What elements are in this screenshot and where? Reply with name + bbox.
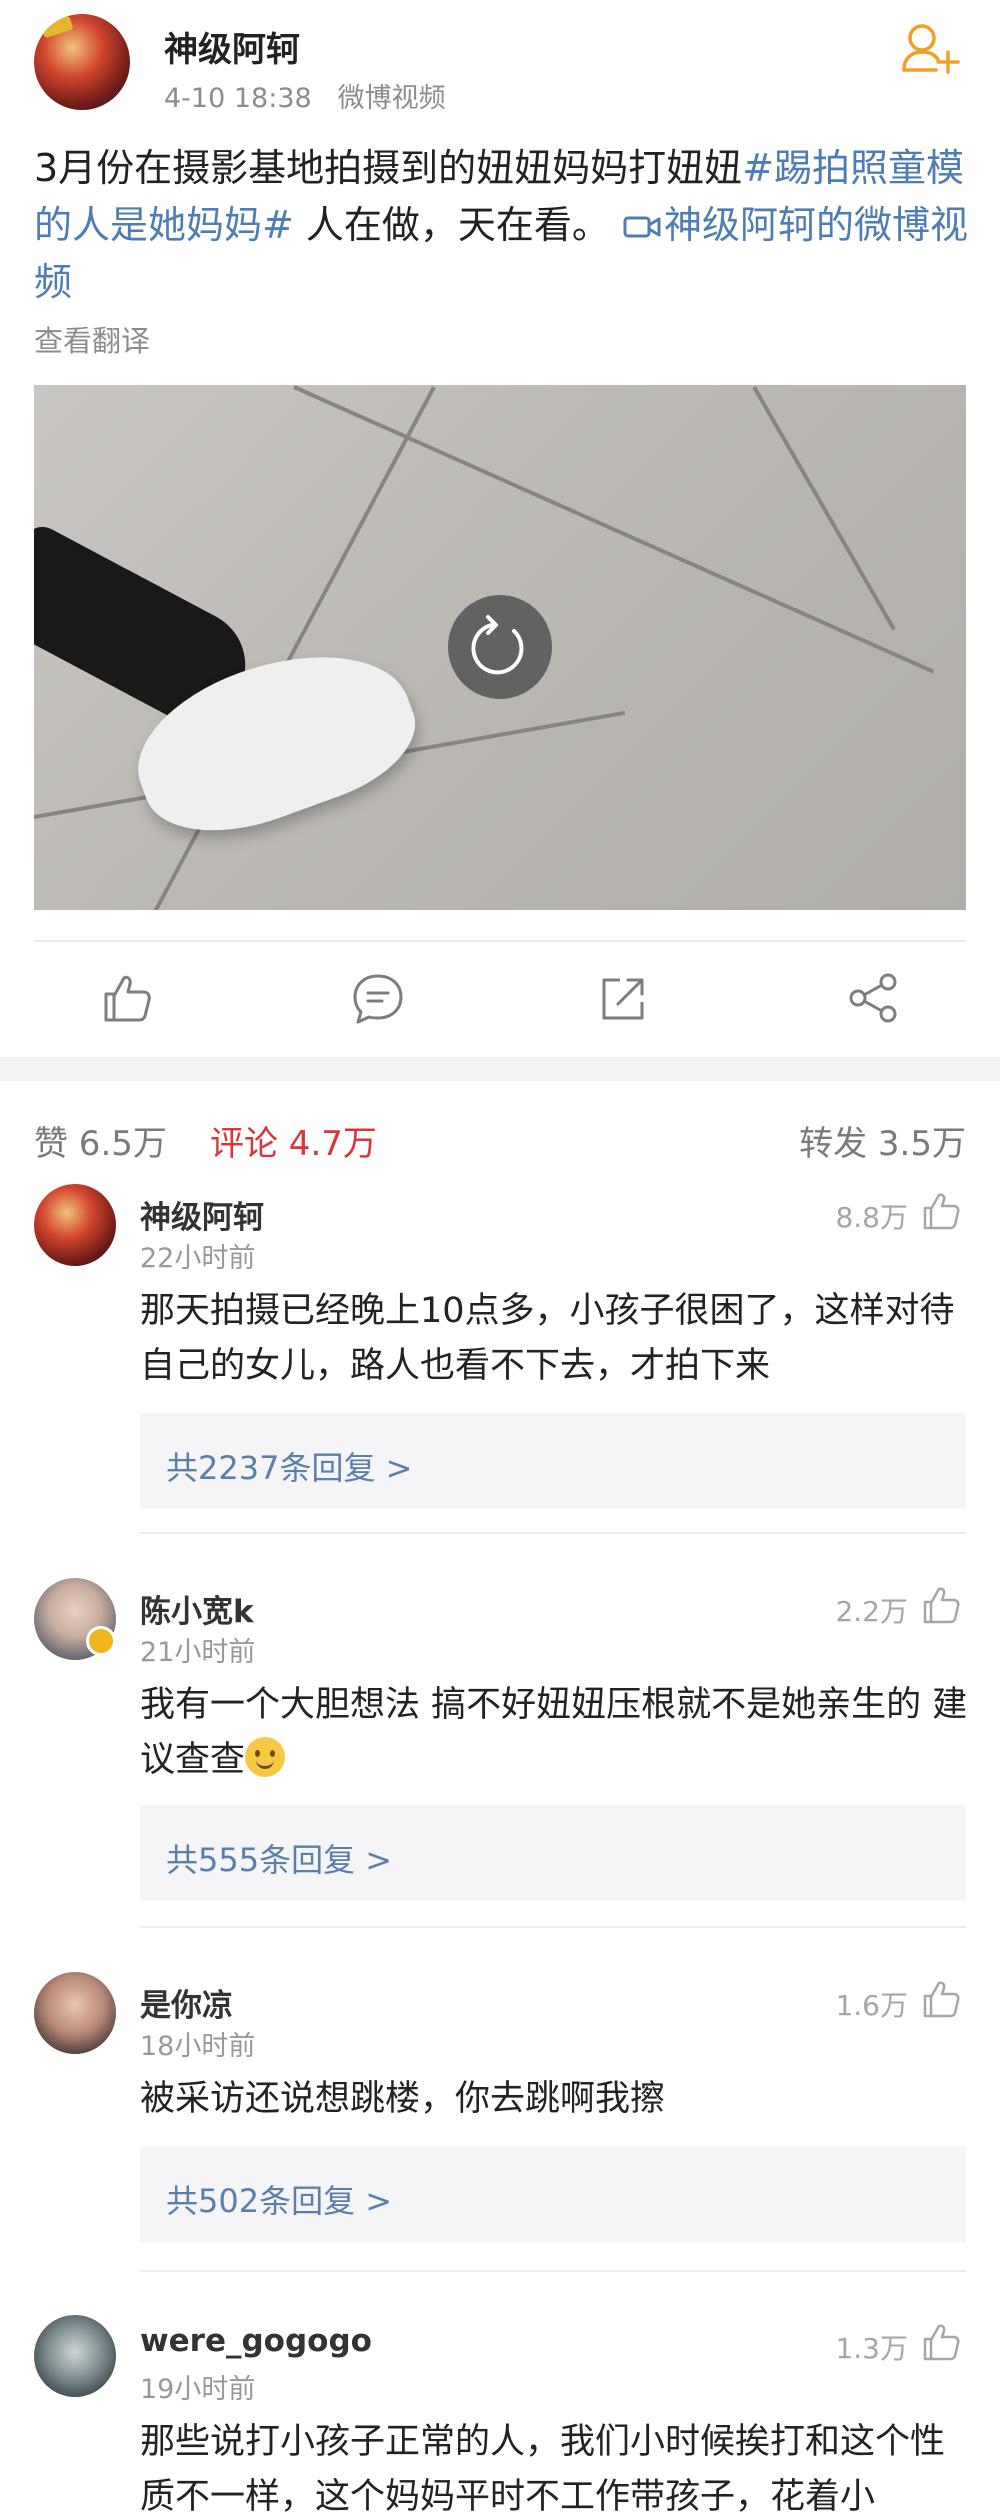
stats-bar: 赞 6.5万 评论 4.7万 转发 3.5万: [0, 1110, 1000, 1170]
thumbs-up-icon[interactable]: [98, 970, 154, 1026]
thumbs-up-icon[interactable]: [920, 2321, 962, 2363]
action-bar: [0, 942, 1000, 1057]
post-header: 神级阿轲 4-10 18:38 微博视频: [0, 0, 1000, 140]
comment-time: 19小时前: [140, 2374, 256, 2405]
post-text: 3月份在摄影基地拍摄到的妞妞妈妈打妞妞#踢拍照童模的人是她妈妈# 人在做，天在看…: [34, 140, 974, 311]
verified-badge-icon: [86, 1626, 116, 1656]
likes-tab[interactable]: 赞 6.5万: [34, 1116, 167, 1165]
smile-emoji-icon: [245, 1737, 286, 1777]
video-camera-icon: [623, 216, 661, 238]
post-text-tail: 人在做，天在看。: [293, 203, 623, 247]
commenter-name[interactable]: 陈小宽k: [140, 1586, 254, 1631]
comment-text: 那天拍摄已经晚上10点多，小孩子很困了，这样对待自己的女儿，路人也看不下去，才拍…: [140, 1291, 955, 1386]
comment-item: were_gogogo 19小时前 1.3万 那些说打小孩子正常的人，我们小时候…: [0, 2315, 1000, 2517]
comment-divider: [140, 1926, 966, 1928]
post-text-body: 3月份在摄影基地拍摄到的妞妞妈妈打妞妞: [34, 146, 743, 190]
post-meta: 4-10 18:38 微博视频: [164, 76, 446, 115]
comment-text: 被采访还说想跳楼，你去跳啊我擦: [140, 2079, 666, 2119]
author-avatar[interactable]: [34, 14, 130, 110]
post-source[interactable]: 微博视频: [338, 83, 446, 114]
view-replies-button[interactable]: 共555条回复 >: [140, 1805, 966, 1901]
share-icon[interactable]: [846, 970, 902, 1026]
comment-time: 22小时前: [140, 1243, 256, 1274]
commenter-name[interactable]: were_gogogo: [140, 2323, 372, 2359]
comments-tab[interactable]: 评论 4.7万: [210, 1116, 377, 1165]
comment-item: 是你凉 18小时前 1.6万 被采访还说想跳楼，你去跳啊我擦 共502条回复 >: [0, 1972, 1000, 2242]
replay-icon: [471, 615, 524, 675]
commenter-name[interactable]: 神级阿轲: [140, 1192, 264, 1237]
commenter-avatar[interactable]: [34, 1972, 116, 2054]
comment-icon[interactable]: [350, 970, 406, 1026]
author-name[interactable]: 神级阿轲: [164, 22, 300, 71]
thumbs-up-icon[interactable]: [920, 1978, 962, 2020]
thumbs-up-icon[interactable]: [920, 1190, 962, 1232]
comment-like-count: 1.6万: [835, 1989, 908, 2022]
repost-icon[interactable]: [596, 970, 652, 1026]
comment-item: 陈小宽k 21小时前 2.2万 我有一个大胆想法 搞不好妞妞压根就不是她亲生的 …: [0, 1578, 1000, 1901]
comment-time: 21小时前: [140, 1637, 256, 1668]
comment-time: 18小时前: [140, 2031, 256, 2062]
commenter-avatar[interactable]: [34, 2315, 116, 2397]
commenter-name[interactable]: 是你凉: [140, 1980, 233, 2025]
post-timestamp: 4-10 18:38: [164, 83, 312, 114]
view-replies-button[interactable]: 共502条回复 >: [140, 2146, 966, 2242]
replay-button[interactable]: [448, 595, 552, 699]
comment-text: 我有一个大胆想法 搞不好妞妞压根就不是她亲生的 建议查查: [140, 1678, 970, 1788]
comment-divider: [140, 1532, 966, 1534]
floor-line: [752, 386, 896, 631]
comment-divider: [140, 2270, 966, 2272]
view-replies-button[interactable]: 共2237条回复 >: [140, 1413, 966, 1509]
section-gap: [0, 1057, 1000, 1081]
reposts-tab[interactable]: 转发 3.5万: [799, 1116, 966, 1165]
comment-like-count: 8.8万: [835, 1201, 908, 1234]
comment-item: 神级阿轲 22小时前 8.8万 那天拍摄已经晚上10点多，小孩子很困了，这样对待…: [0, 1184, 1000, 1509]
commenter-avatar[interactable]: [34, 1184, 116, 1266]
add-friend-icon[interactable]: [900, 20, 960, 76]
video-player[interactable]: [34, 385, 966, 910]
comment-like-count: 1.3万: [835, 2332, 908, 2365]
translate-link[interactable]: 查看翻译: [34, 318, 150, 360]
comment-like-count: 2.2万: [835, 1595, 908, 1628]
thumbs-up-icon[interactable]: [920, 1584, 962, 1626]
comment-text: 那些说打小孩子正常的人，我们小时候挨打和这个性质不一样，这个妈妈平时不工作带孩子…: [140, 2422, 946, 2517]
